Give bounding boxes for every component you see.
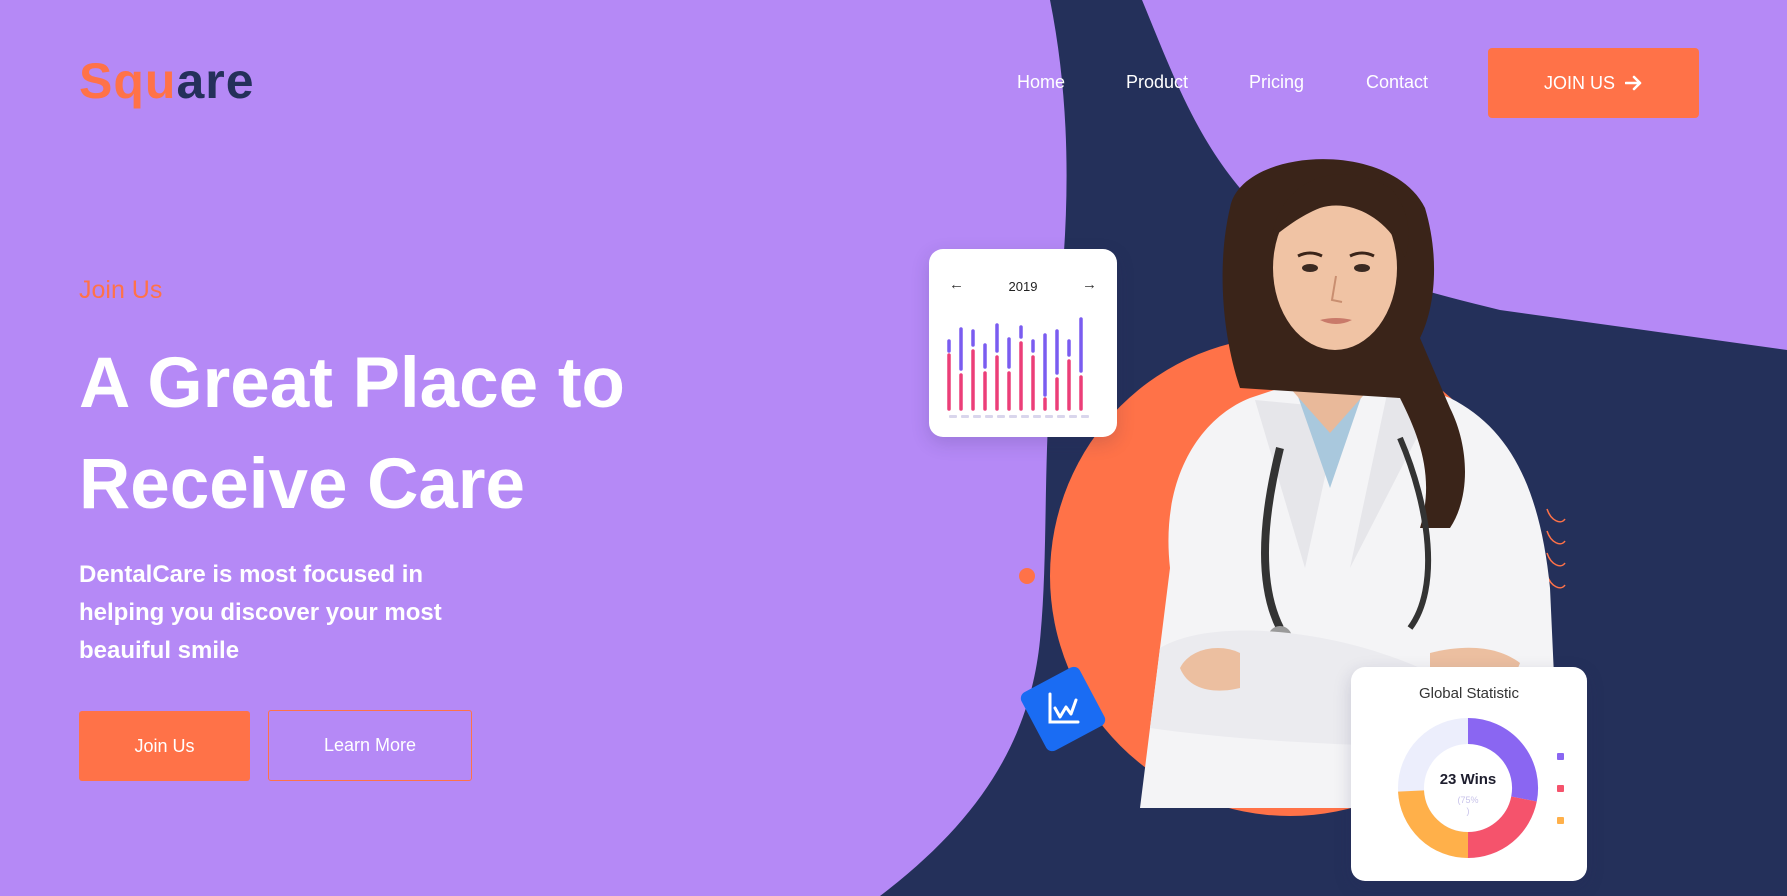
decorative-orange-dot — [1019, 568, 1035, 584]
join-us-button[interactable]: Join Us — [79, 711, 250, 781]
hero-title-line-1: A Great Place to — [79, 344, 625, 423]
legend-dot-orange — [1557, 817, 1564, 824]
donut-chart: 23 Wins (75% ) — [1393, 713, 1543, 863]
logo[interactable]: Square — [79, 52, 255, 110]
legend-dot-red — [1557, 785, 1564, 792]
nav-item-home[interactable]: Home — [1017, 72, 1065, 93]
logo-part-1: Squ — [79, 53, 177, 109]
join-us-header-button[interactable]: JOIN US — [1488, 48, 1699, 118]
join-us-header-label: JOIN US — [1543, 72, 1615, 93]
year-chart-card: ← 2019 → — [929, 249, 1117, 437]
mini-bar-chart — [947, 317, 1083, 411]
donut-center-sub-2: ) — [1466, 806, 1470, 816]
hero-eyebrow: Join Us — [79, 276, 163, 304]
arrow-right-nav-icon[interactable]: → — [1082, 276, 1097, 293]
donut-chart-graphic — [1398, 717, 1539, 859]
hero-title-line-2: Receive Care — [79, 445, 526, 524]
nav-item-product[interactable]: Product — [1126, 72, 1188, 93]
nav-item-pricing[interactable]: Pricing — [1249, 72, 1304, 93]
arrow-right-icon — [1625, 75, 1642, 91]
hero-title: A Great Place to Receive Care — [79, 333, 699, 535]
learn-more-button[interactable]: Learn More — [268, 710, 472, 781]
donut-center-label: 23 Wins — [1439, 771, 1497, 788]
global-statistic-card: Global Statistic 23 Wins (75% ) — [1351, 667, 1587, 881]
legend-dot-purple — [1557, 753, 1564, 760]
donut-center-sub: (75% — [1457, 795, 1479, 805]
chart-line-icon — [1048, 692, 1080, 724]
nav-item-contact[interactable]: Contact — [1366, 72, 1428, 93]
statistic-card-title: Global Statistic — [1418, 685, 1520, 702]
chart-axis-ticks — [949, 415, 1101, 425]
hero-description: DentalCare is most focused in helping yo… — [79, 561, 442, 664]
logo-part-2: are — [176, 53, 255, 109]
